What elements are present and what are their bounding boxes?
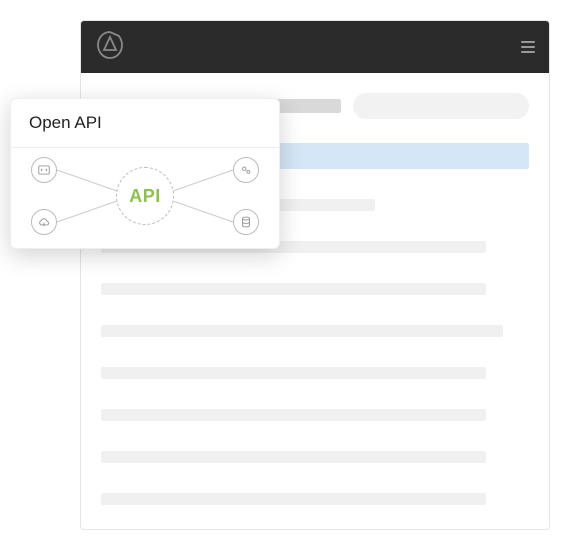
api-diagram: API — [25, 151, 265, 241]
list-item[interactable] — [101, 283, 486, 295]
cloud-icon — [31, 209, 57, 235]
search-placeholder[interactable] — [353, 93, 529, 119]
card-title: Open API — [11, 99, 279, 148]
app-window — [80, 20, 550, 530]
topbar — [81, 21, 549, 73]
api-center: API — [115, 166, 175, 226]
database-icon — [233, 209, 259, 235]
app-logo — [95, 30, 125, 65]
list-item[interactable] — [101, 493, 486, 505]
list-item[interactable] — [101, 325, 503, 337]
open-api-card: Open API API — [10, 98, 280, 249]
list-item[interactable] — [101, 367, 486, 379]
hamburger-menu-icon[interactable] — [521, 41, 535, 53]
dashed-circle — [116, 167, 174, 225]
gears-icon — [233, 157, 259, 183]
code-icon — [31, 157, 57, 183]
list-item[interactable] — [101, 451, 486, 463]
list-item[interactable] — [101, 409, 486, 421]
card-body: API — [11, 148, 279, 248]
